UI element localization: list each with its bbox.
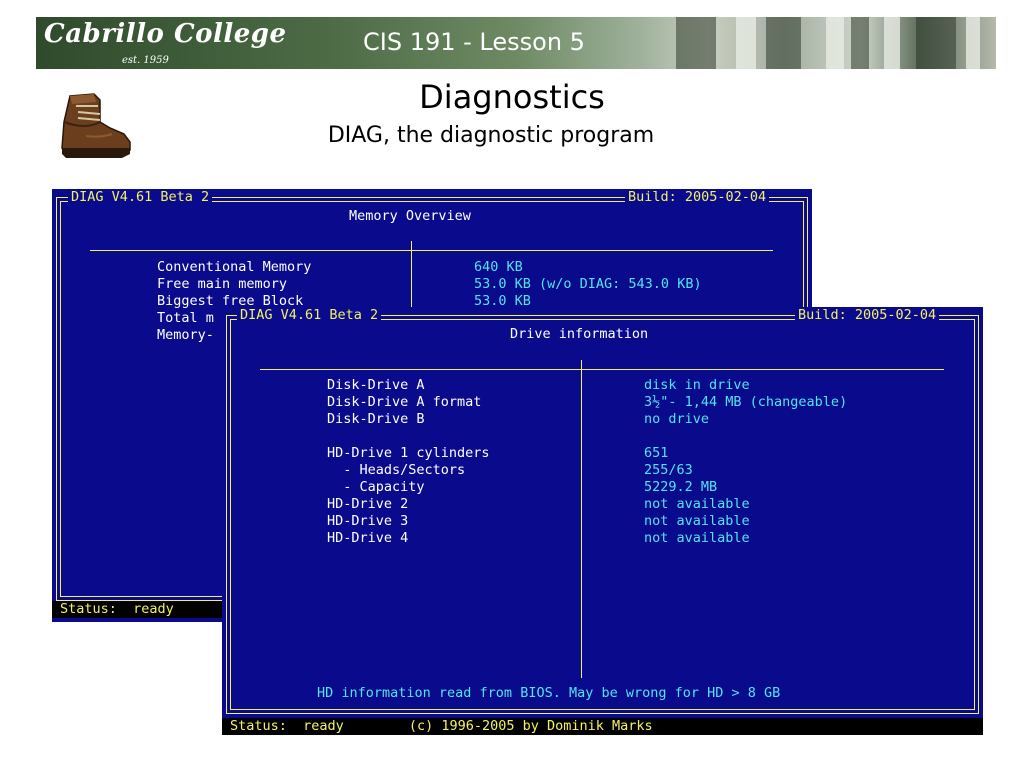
slide-subtitle: DIAG, the diagnostic program bbox=[327, 123, 655, 148]
drive-value: 651 bbox=[644, 445, 669, 461]
memory-label: Total m bbox=[157, 310, 214, 326]
divider-horizontal bbox=[90, 250, 773, 251]
diag-drive-information-window: DIAG V4.61 Beta 2 Build: 2005-02-04 Driv… bbox=[222, 307, 983, 735]
slide-title: Diagnostics bbox=[419, 78, 605, 116]
build-date: Build: 2005-02-04 bbox=[625, 189, 770, 206]
panel-title: Memory Overview bbox=[349, 208, 471, 224]
status-label: Status: bbox=[230, 718, 287, 734]
status-value: ready bbox=[303, 718, 344, 734]
memory-label: Free main memory bbox=[157, 276, 288, 292]
drive-label: HD-Drive 2 bbox=[327, 496, 409, 512]
drive-value: 255/63 bbox=[644, 462, 693, 478]
drive-value: not available bbox=[644, 496, 750, 512]
banner-photo-pillar bbox=[736, 17, 756, 69]
banner-photo-shade bbox=[766, 17, 801, 69]
build-date: Build: 2005-02-04 bbox=[795, 307, 940, 324]
drive-label: Disk-Drive A bbox=[327, 377, 425, 393]
memory-value: 53.0 KB (w/o DIAG: 543.0 KB) bbox=[474, 276, 702, 292]
banner-photo-pillar bbox=[966, 17, 980, 69]
drive-label: HD-Drive 3 bbox=[327, 513, 409, 529]
divider-vertical bbox=[581, 360, 582, 678]
banner-photo-shade bbox=[851, 17, 869, 69]
drive-value: 3½"- 1,44 MB (changeable) bbox=[644, 394, 848, 410]
banner-photo-pillar bbox=[826, 17, 844, 69]
drive-label: - Heads/Sectors bbox=[327, 462, 466, 478]
college-logo: Cabrillo College bbox=[44, 19, 287, 49]
divider-horizontal bbox=[260, 369, 944, 370]
drive-value: 5229.2 MB bbox=[644, 479, 718, 495]
course-title: CIS 191 - Lesson 5 bbox=[363, 28, 585, 56]
memory-label: Memory- bbox=[157, 327, 214, 343]
drive-label: HD-Drive 4 bbox=[327, 530, 409, 546]
hd-info-note: HD information read from BIOS. May be wr… bbox=[317, 685, 781, 701]
copyright-text: (c) 1996-2005 by Dominik Marks bbox=[408, 718, 653, 734]
drive-label: HD-Drive 1 cylinders bbox=[327, 445, 490, 461]
status-label: Status: bbox=[60, 601, 117, 617]
header-banner: Cabrillo College est. 1959 CIS 191 - Les… bbox=[36, 17, 996, 69]
drive-value: no drive bbox=[644, 411, 710, 427]
drive-label: - Capacity bbox=[327, 479, 425, 495]
app-version: DIAG V4.61 Beta 2 bbox=[237, 307, 382, 324]
app-version: DIAG V4.61 Beta 2 bbox=[68, 189, 213, 206]
memory-value: 640 KB bbox=[474, 259, 523, 275]
drive-label: Disk-Drive B bbox=[327, 411, 425, 427]
drive-value: disk in drive bbox=[644, 377, 750, 393]
banner-photo-people bbox=[916, 17, 956, 69]
drive-value: not available bbox=[644, 513, 750, 529]
banner-photo-pillar bbox=[884, 17, 900, 69]
drive-label: Disk-Drive A format bbox=[327, 394, 482, 410]
status-value: ready bbox=[133, 601, 174, 617]
drive-value: not available bbox=[644, 530, 750, 546]
banner-photo-shade bbox=[676, 17, 716, 69]
college-logo-est: est. 1959 bbox=[122, 55, 169, 66]
panel-title: Drive information bbox=[510, 326, 649, 342]
status-bar: Status: ready (c) 1996-2005 by Dominik M… bbox=[222, 718, 983, 735]
memory-label: Conventional Memory bbox=[157, 259, 312, 275]
